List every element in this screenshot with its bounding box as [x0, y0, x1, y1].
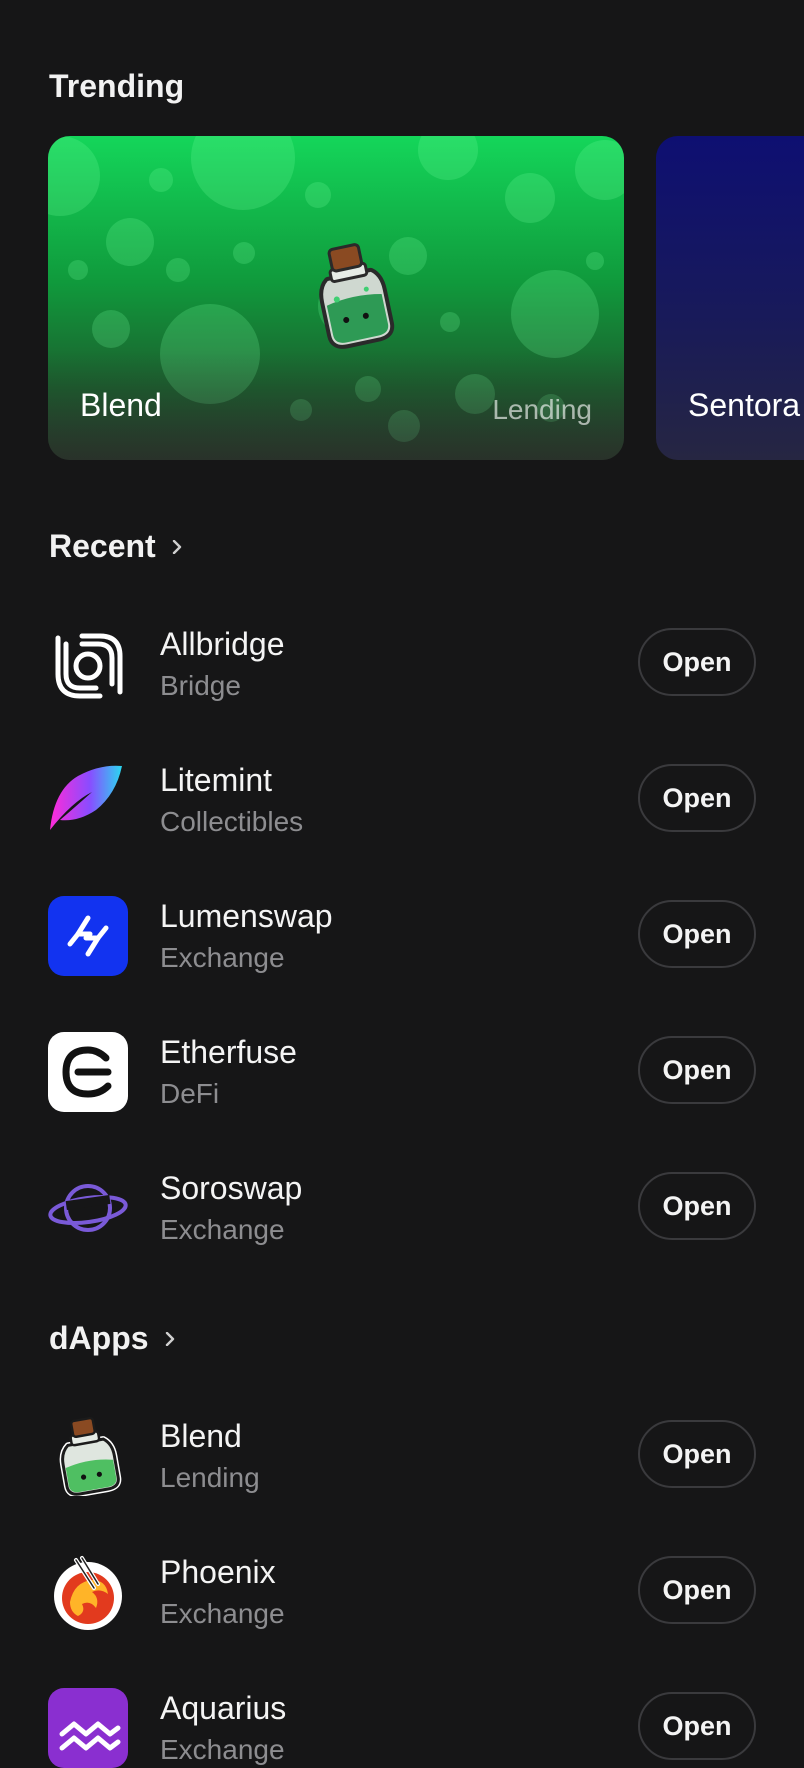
trending-carousel[interactable]: Blend Lending Sentora: [48, 136, 804, 460]
trending-title-text: Trending: [49, 68, 185, 104]
item-name: Aquarius: [160, 1690, 287, 1726]
open-button[interactable]: Open: [638, 900, 756, 968]
allbridge-logo: [48, 624, 128, 704]
trending-card-sentora[interactable]: Sentora: [656, 136, 804, 460]
open-button[interactable]: Open: [638, 1692, 756, 1760]
chevron-right-icon: [165, 1331, 174, 1346]
dapps-header[interactable]: dApps: [49, 1320, 177, 1357]
list-item-etherfuse[interactable]: Etherfuse DeFi Open: [48, 1032, 756, 1112]
recent-header[interactable]: Recent: [49, 528, 184, 565]
trending-title: Trending: [49, 68, 184, 105]
open-button[interactable]: Open: [638, 764, 756, 832]
trending-card-blend[interactable]: Blend Lending: [48, 136, 624, 460]
trending-card-name: Blend: [80, 387, 162, 423]
trending-card-category: Lending: [492, 394, 592, 425]
blend-jar-icon: [319, 243, 395, 349]
item-category: Bridge: [160, 670, 241, 701]
item-name: Allbridge: [160, 626, 285, 662]
item-name: Litemint: [160, 762, 273, 798]
open-button[interactable]: Open: [638, 628, 756, 696]
open-button[interactable]: Open: [638, 1420, 756, 1488]
list-item-soroswap[interactable]: Soroswap Exchange Open: [48, 1168, 756, 1248]
dapps-title-text: dApps: [49, 1320, 149, 1356]
soroswap-logo: [48, 1168, 128, 1248]
list-item-allbridge[interactable]: Allbridge Bridge Open: [48, 624, 756, 704]
list-item-blend[interactable]: Blend Lending Open: [48, 1416, 756, 1496]
item-category: Exchange: [160, 1734, 285, 1765]
item-category: Exchange: [160, 942, 285, 973]
aquarius-logo: [48, 1688, 128, 1768]
blend-logo: [48, 1416, 128, 1496]
litemint-logo: [48, 760, 128, 840]
item-name: Soroswap: [160, 1170, 303, 1206]
item-category: Collectibles: [160, 806, 304, 837]
item-category: Exchange: [160, 1598, 285, 1629]
item-name: Lumenswap: [160, 898, 333, 934]
open-button[interactable]: Open: [638, 1036, 756, 1104]
item-category: Lending: [160, 1462, 260, 1493]
etherfuse-logo: [48, 1032, 128, 1112]
item-name: Phoenix: [160, 1554, 276, 1590]
lumenswap-logo: [48, 896, 128, 976]
list-item-aquarius[interactable]: Aquarius Exchange Open: [48, 1688, 756, 1768]
open-button[interactable]: Open: [638, 1172, 756, 1240]
trending-card-name: Sentora: [688, 387, 801, 423]
item-name: Etherfuse: [160, 1034, 297, 1070]
item-name: Blend: [160, 1418, 242, 1454]
chevron-right-icon: [172, 539, 181, 554]
list-item-phoenix[interactable]: Phoenix Exchange Open: [48, 1552, 756, 1632]
item-category: DeFi: [160, 1078, 220, 1109]
list-item-litemint[interactable]: Litemint Collectibles Open: [48, 760, 756, 840]
list-item-lumenswap[interactable]: Lumenswap Exchange Open: [48, 896, 756, 976]
recent-title-text: Recent: [49, 528, 156, 564]
phoenix-logo: [48, 1552, 128, 1632]
item-category: Exchange: [160, 1214, 285, 1245]
open-button[interactable]: Open: [638, 1556, 756, 1624]
